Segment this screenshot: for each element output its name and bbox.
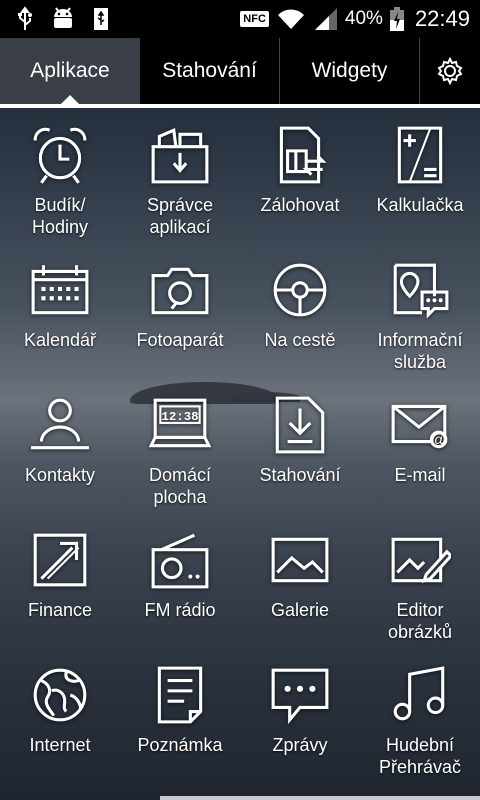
status-bar: NFC 40% 22:49	[0, 0, 480, 38]
app-label: Poznámka	[137, 735, 223, 755]
app-label: Galerie	[270, 600, 330, 620]
app-zalohovat[interactable]: Zálohovat	[240, 108, 360, 243]
music-player-icon	[393, 666, 445, 721]
status-clock: 22:49	[414, 6, 470, 31]
calculator-icon	[397, 126, 443, 184]
tab-aplikace[interactable]: Aplikace	[0, 38, 140, 105]
app-label: Finance	[27, 600, 93, 620]
radio-icon	[151, 533, 209, 589]
app-label: Kontakty	[24, 465, 96, 485]
tab-widgety[interactable]: Widgety	[280, 38, 420, 104]
tab-bar: Aplikace Stahování Widgety	[0, 38, 480, 105]
app-galerie[interactable]: Galerie	[240, 513, 360, 648]
battery-icon	[389, 7, 404, 31]
nfc-icon: NFC	[240, 11, 269, 27]
app-fm-radio[interactable]: FM rádio	[120, 513, 240, 648]
app-spravce-aplikaci[interactable]: Správce aplikací	[120, 108, 240, 243]
app-label: Zálohovat	[260, 195, 340, 215]
image-editor-icon	[391, 537, 451, 584]
app-label: Fotoaparát	[136, 330, 224, 350]
usb-icon	[18, 6, 32, 30]
app-label: Informační služba	[377, 330, 463, 372]
page-scroll-indicator	[160, 796, 480, 800]
app-label: Internet	[29, 735, 91, 755]
app-label: Správce aplikací	[146, 195, 214, 237]
battery-percent: 40%	[344, 8, 383, 29]
app-domaci-plocha[interactable]: 12:38 Domácí plocha	[120, 378, 240, 513]
app-grid: Budík/ Hodiny Správce aplikací Zálohovat…	[0, 108, 480, 783]
app-internet[interactable]: Internet	[0, 648, 120, 783]
app-label: Domácí plocha	[148, 465, 211, 507]
app-e-mail[interactable]: @ E-mail	[360, 378, 480, 513]
steering-wheel-icon	[273, 263, 327, 317]
gallery-icon	[271, 537, 329, 583]
app-stahovani[interactable]: Stahování	[240, 378, 360, 513]
tab-stahovani[interactable]: Stahování	[140, 38, 280, 104]
app-poznamka[interactable]: Poznámka	[120, 648, 240, 783]
app-label: Na cestě	[264, 330, 336, 350]
app-label: E-mail	[394, 465, 446, 485]
app-label: Stahování	[259, 465, 341, 485]
memo-icon	[157, 666, 203, 724]
app-label: FM rádio	[144, 600, 216, 620]
home-screen-icon: 12:38	[149, 398, 211, 448]
app-editor-obrazku[interactable]: Editor obrázků	[360, 513, 480, 648]
tab-label: Stahování	[162, 59, 257, 82]
app-label: Zprávy	[272, 735, 328, 755]
settings-button[interactable]	[420, 38, 480, 104]
app-label: Kalendář	[23, 330, 97, 350]
alarm-clock-icon	[33, 127, 87, 184]
app-na-ceste[interactable]: Na cestě	[240, 243, 360, 378]
app-informacni-sluzba[interactable]: Informační služba	[360, 243, 480, 378]
app-budik-hodiny[interactable]: Budík/ Hodiny	[0, 108, 120, 243]
tab-label: Widgety	[311, 59, 388, 82]
app-zpravy[interactable]: Zprávy	[240, 648, 360, 783]
usb-storage-icon	[94, 8, 108, 30]
tab-label: Aplikace	[30, 59, 110, 82]
app-hudebni-prehravac[interactable]: Hudební Přehrávač	[360, 648, 480, 783]
camera-icon	[151, 267, 209, 315]
contacts-icon	[31, 398, 89, 450]
email-icon: @	[391, 404, 448, 449]
globe-icon	[33, 668, 87, 722]
app-kalkulacka[interactable]: Kalkulačka	[360, 108, 480, 243]
app-kontakty[interactable]: Kontakty	[0, 378, 120, 513]
gear-icon	[437, 56, 463, 86]
android-debug-icon	[54, 7, 72, 28]
app-label: Budík/ Hodiny	[31, 195, 89, 237]
signal-icon	[314, 8, 337, 30]
app-fotoaparat[interactable]: Fotoaparát	[120, 243, 240, 378]
home-screen-clock: 12:38	[161, 410, 198, 424]
app-label: Hudební Přehrávač	[378, 735, 462, 777]
app-label: Kalkulačka	[376, 195, 464, 215]
messages-icon	[271, 668, 329, 725]
finance-icon	[33, 533, 87, 587]
app-kalendar[interactable]: Kalendář	[0, 243, 120, 378]
app-finance[interactable]: Finance	[0, 513, 120, 648]
app-label: Editor obrázků	[387, 600, 453, 642]
download-icon	[275, 396, 325, 454]
info-service-icon	[393, 263, 449, 319]
wifi-icon	[277, 9, 304, 29]
calendar-icon	[31, 265, 89, 315]
backup-icon	[279, 126, 327, 184]
svg-text:@: @	[431, 433, 446, 449]
app-manager-icon	[151, 127, 209, 184]
